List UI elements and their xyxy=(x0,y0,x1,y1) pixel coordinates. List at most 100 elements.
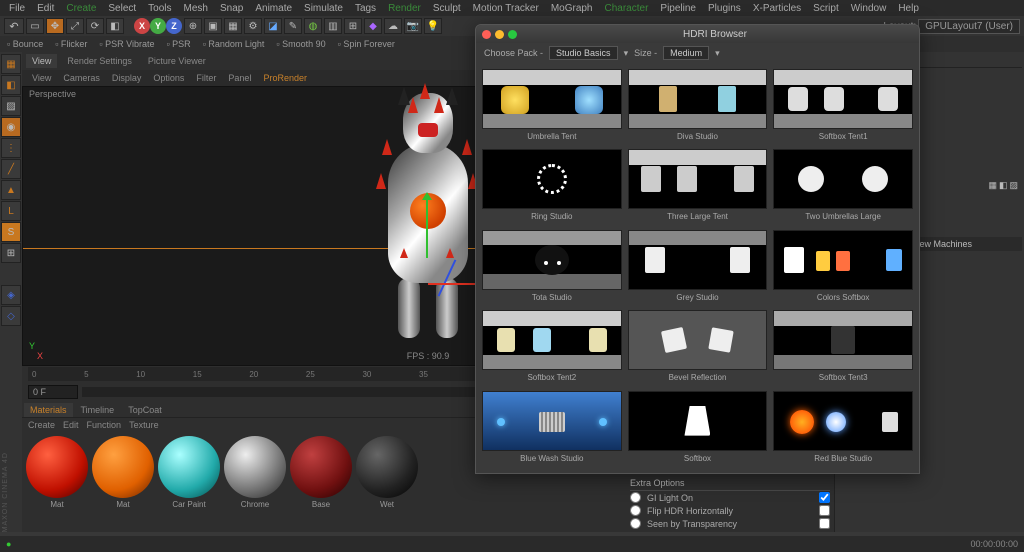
live-select-icon[interactable]: ▭ xyxy=(26,18,44,34)
menu-sculpt[interactable]: Sculpt xyxy=(428,3,466,14)
axis-y-toggle[interactable]: Y xyxy=(150,18,166,34)
pack-dropdown[interactable]: Studio Basics xyxy=(549,46,618,60)
hdri-item-colors-softbox[interactable]: Colors Softbox xyxy=(773,230,913,304)
tab-render-settings[interactable]: Render Settings xyxy=(61,54,138,68)
menu-help[interactable]: Help xyxy=(893,3,924,14)
hdri-item-softbox-tent1[interactable]: Softbox Tent1 xyxy=(773,69,913,143)
hdri-thumbnail[interactable] xyxy=(482,391,622,451)
axis-x-toggle[interactable]: X xyxy=(134,18,150,34)
xp2-icon[interactable]: ◇ xyxy=(1,306,21,326)
render-region-icon[interactable]: ▦ xyxy=(224,18,242,34)
tab-view[interactable]: View xyxy=(26,54,57,68)
hdri-thumbnail[interactable] xyxy=(773,310,913,370)
hdri-thumbnail[interactable] xyxy=(628,310,768,370)
hdri-item-softbox-tent2[interactable]: Softbox Tent2 xyxy=(482,310,622,384)
preset-smooth-90[interactable]: ▫ Smooth 90 xyxy=(273,39,328,49)
menu-edit[interactable]: Edit xyxy=(32,3,59,14)
mattab-timeline[interactable]: Timeline xyxy=(75,403,121,417)
hdri-item-two-umbrellas-large[interactable]: Two Umbrellas Large xyxy=(773,149,913,223)
rotate-tool-icon[interactable]: ⟳ xyxy=(86,18,104,34)
cloner-icon[interactable]: ⊞ xyxy=(344,18,362,34)
hdri-thumbnail[interactable] xyxy=(628,391,768,451)
minimize-icon[interactable] xyxy=(495,30,504,39)
hdri-thumbnail[interactable] xyxy=(628,149,768,209)
mattab-topcoat[interactable]: TopCoat xyxy=(122,403,168,417)
viewopt-options[interactable]: Options xyxy=(149,73,188,83)
light-icon[interactable]: 💡 xyxy=(424,18,442,34)
edge-mode-icon[interactable]: ╱ xyxy=(1,159,21,179)
move-tool-icon[interactable]: ✥ xyxy=(46,18,64,34)
material-preview[interactable] xyxy=(92,436,154,498)
hdri-thumbnail[interactable] xyxy=(482,69,622,129)
current-frame[interactable]: 0 F xyxy=(28,385,78,399)
hdri-titlebar[interactable]: HDRI Browser xyxy=(476,25,919,43)
hdri-browser-window[interactable]: HDRI Browser Choose Pack - Studio Basics… xyxy=(475,24,920,474)
menu-simulate[interactable]: Simulate xyxy=(299,3,348,14)
hdri-thumbnail[interactable] xyxy=(773,149,913,209)
mini-icon[interactable]: ◧ xyxy=(999,180,1008,191)
hdri-thumbnail[interactable] xyxy=(482,149,622,209)
hdri-item-diva-studio[interactable]: Diva Studio xyxy=(628,69,768,143)
camera-icon[interactable]: 📷 xyxy=(404,18,422,34)
viewopt-display[interactable]: Display xyxy=(108,73,146,83)
material-preview[interactable] xyxy=(290,436,352,498)
flip-hdr-radio[interactable] xyxy=(630,505,641,516)
preset-spin-forever[interactable]: ▫ Spin Forever xyxy=(335,39,398,49)
menu-render[interactable]: Render xyxy=(383,3,426,14)
hdri-thumbnail[interactable] xyxy=(482,310,622,370)
snap-icon[interactable]: S xyxy=(1,222,21,242)
menu-snap[interactable]: Snap xyxy=(215,3,248,14)
hdri-item-umbrella-tent[interactable]: Umbrella Tent xyxy=(482,69,622,143)
hdri-item-grey-studio[interactable]: Grey Studio xyxy=(628,230,768,304)
material-preview[interactable] xyxy=(356,436,418,498)
preset-random-light[interactable]: ▫ Random Light xyxy=(200,39,268,49)
viewopt-cameras[interactable]: Cameras xyxy=(59,73,104,83)
flip-hdr-check[interactable] xyxy=(819,505,830,516)
menu-tags[interactable]: Tags xyxy=(350,3,381,14)
viewopt-filter[interactable]: Filter xyxy=(192,73,220,83)
hdri-item-bevel-reflection[interactable]: Bevel Reflection xyxy=(628,310,768,384)
menu-pipeline[interactable]: Pipeline xyxy=(655,3,701,14)
material-chrome[interactable]: Chrome xyxy=(224,436,286,509)
subdiv-icon[interactable]: ◍ xyxy=(304,18,322,34)
seen-trans-check[interactable] xyxy=(819,518,830,529)
menu-tools[interactable]: Tools xyxy=(143,3,176,14)
matopt-create[interactable]: Create xyxy=(28,420,55,430)
extrude-icon[interactable]: ▥ xyxy=(324,18,342,34)
viewopt-prorender[interactable]: ProRender xyxy=(259,73,311,83)
texture-mode-icon[interactable]: ▨ xyxy=(1,96,21,116)
menu-mesh[interactable]: Mesh xyxy=(179,3,213,14)
make-editable-icon[interactable]: ▦ xyxy=(1,54,21,74)
tab-picture-viewer[interactable]: Picture Viewer xyxy=(142,54,212,68)
xp-icon[interactable]: ◈ xyxy=(1,285,21,305)
hdri-thumbnail[interactable] xyxy=(482,230,622,290)
preset-psr[interactable]: ▫ PSR xyxy=(163,39,193,49)
material-preview[interactable] xyxy=(224,436,286,498)
deformer-icon[interactable]: ◆ xyxy=(364,18,382,34)
menu-character[interactable]: Character xyxy=(600,3,654,14)
matopt-function[interactable]: Function xyxy=(87,420,122,430)
undo-button[interactable]: ↶ xyxy=(4,18,24,34)
gi-light-radio[interactable] xyxy=(630,492,641,503)
hdri-item-tota-studio[interactable]: Tota Studio xyxy=(482,230,622,304)
hdri-thumbnail[interactable] xyxy=(628,230,768,290)
axis-icon[interactable]: L xyxy=(1,201,21,221)
menu-script[interactable]: Script xyxy=(808,3,844,14)
tool-icon[interactable]: ◧ xyxy=(106,18,124,34)
hdri-item-blue-wash-studio[interactable]: Blue Wash Studio xyxy=(482,391,622,465)
menu-mograph[interactable]: MoGraph xyxy=(546,3,598,14)
hdri-item-three-large-tent[interactable]: Three Large Tent xyxy=(628,149,768,223)
hdri-thumbnail[interactable] xyxy=(773,230,913,290)
menu-window[interactable]: Window xyxy=(846,3,892,14)
scale-tool-icon[interactable]: ⤢ xyxy=(66,18,84,34)
render-settings-icon[interactable]: ⚙ xyxy=(244,18,262,34)
mattab-materials[interactable]: Materials xyxy=(24,403,73,417)
render-view-icon[interactable]: ▣ xyxy=(204,18,222,34)
material-preview[interactable] xyxy=(26,436,88,498)
menu-motion-tracker[interactable]: Motion Tracker xyxy=(468,3,544,14)
poly-mode-icon[interactable]: ▲ xyxy=(1,180,21,200)
hdri-item-ring-studio[interactable]: Ring Studio xyxy=(482,149,622,223)
material-mat[interactable]: Mat xyxy=(92,436,154,509)
material-base[interactable]: Base xyxy=(290,436,352,509)
menu-plugins[interactable]: Plugins xyxy=(703,3,746,14)
